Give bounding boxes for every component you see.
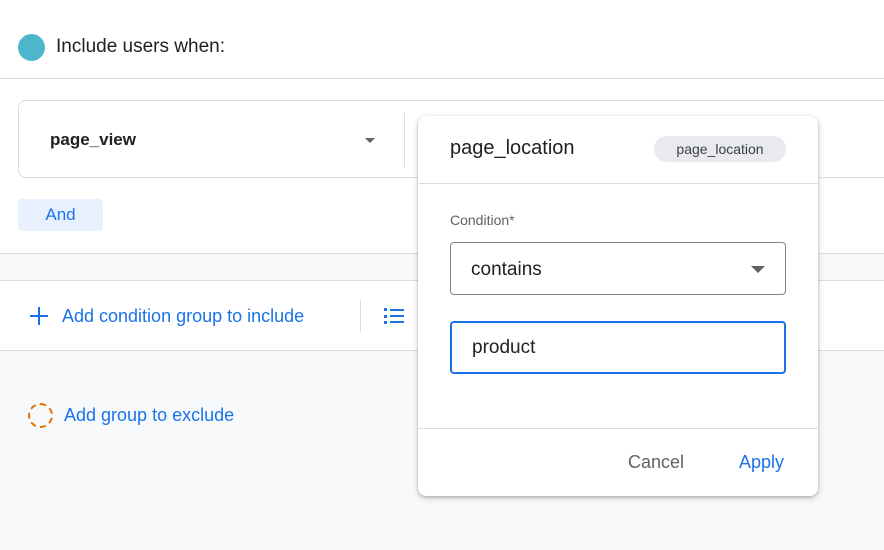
popover-divider — [418, 428, 818, 429]
caret-down-icon[interactable] — [751, 266, 765, 273]
add-condition-group-button[interactable]: Add condition group to include — [62, 306, 304, 327]
popover-title: page_location — [450, 137, 575, 159]
status-dot-icon — [18, 34, 45, 61]
dimension-chip: page_location — [654, 136, 786, 162]
condition-select[interactable]: contains — [450, 242, 786, 295]
exclude-dashed-circle-icon — [28, 403, 53, 428]
include-title: Include users when: — [56, 36, 225, 57]
condition-select-value[interactable]: contains — [471, 259, 542, 281]
row-divider — [404, 113, 405, 167]
include-header: Include users when: — [0, 0, 884, 79]
dimension-popover: page_location page_location Condition* c… — [418, 116, 818, 496]
popover-header: page_location page_location — [418, 116, 818, 184]
add-group-to-exclude-button[interactable]: Add group to exclude — [64, 405, 234, 426]
bar-divider — [360, 300, 361, 332]
cancel-button[interactable]: Cancel — [628, 452, 684, 473]
condition-label: Condition* — [450, 212, 515, 228]
condition-value-input[interactable] — [450, 321, 786, 374]
event-dropdown[interactable]: page_view — [50, 130, 136, 150]
sequence-list-icon[interactable] — [384, 307, 404, 325]
apply-button[interactable]: Apply — [739, 452, 784, 473]
plus-icon[interactable] — [30, 307, 48, 325]
caret-down-icon[interactable] — [365, 138, 375, 143]
and-button[interactable]: And — [18, 199, 103, 231]
